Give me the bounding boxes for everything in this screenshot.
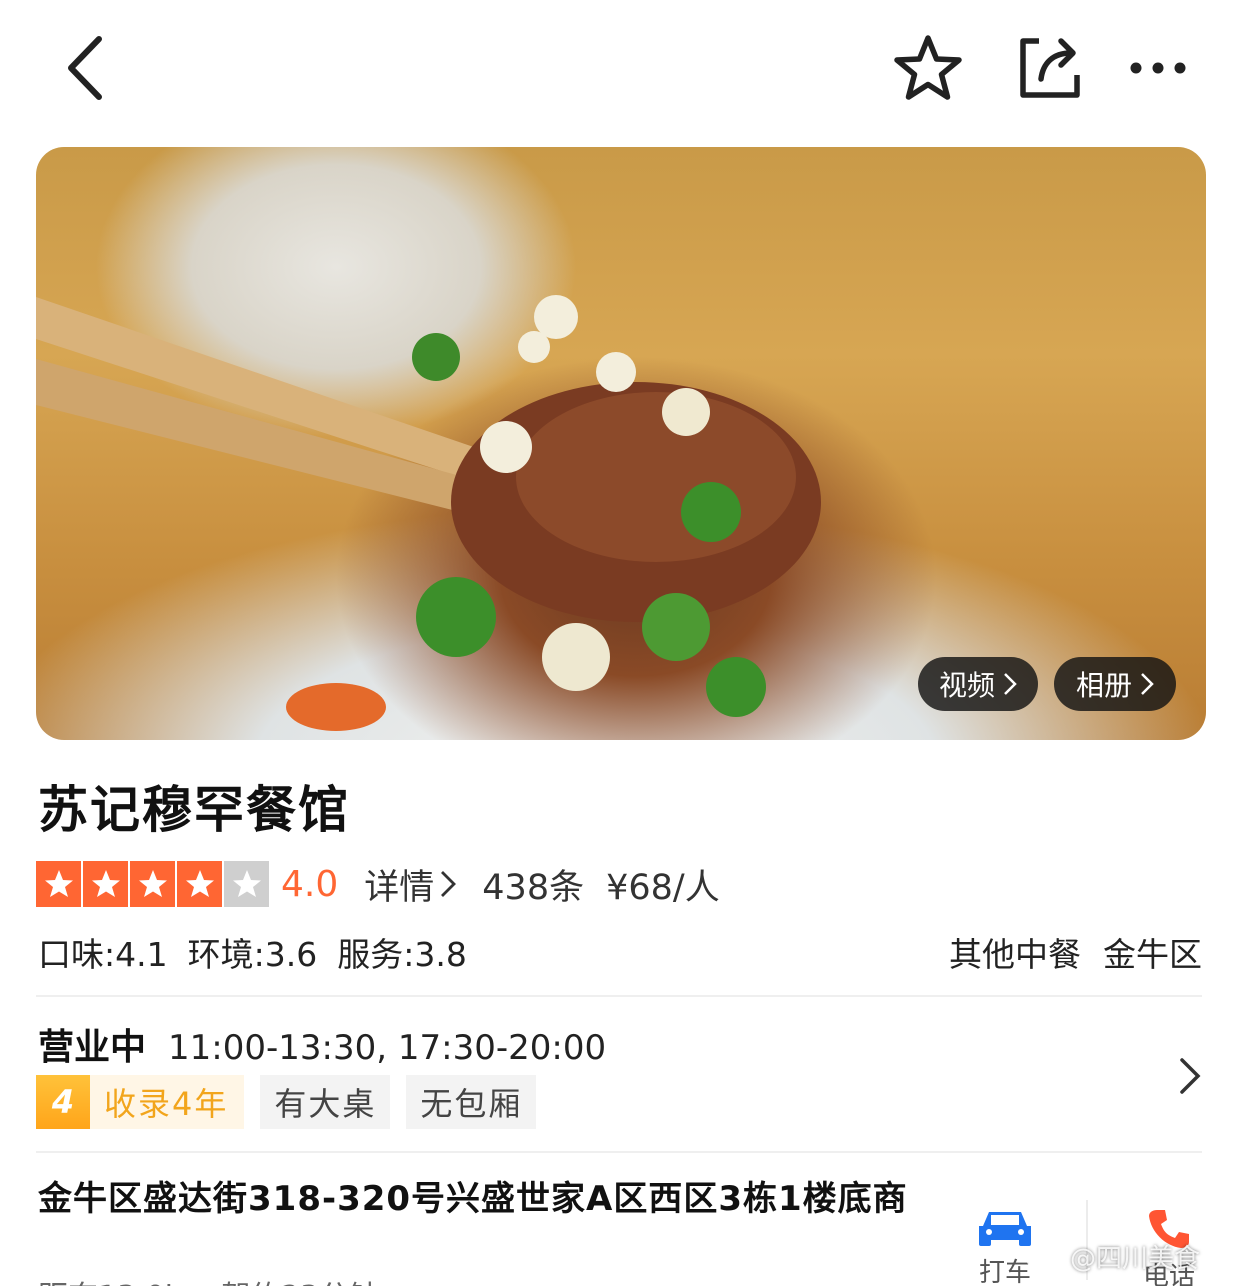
rating-detail-link[interactable]: 详情 <box>364 859 457 910</box>
food-photo-image <box>36 295 821 731</box>
address-text[interactable]: 金牛区盛达街318-320号兴盛世家A区西区3栋1楼底商 <box>38 1176 928 1222</box>
years-label: 收录4年 <box>104 1085 229 1123</box>
chevron-right-icon <box>1004 673 1017 695</box>
video-button[interactable]: 视频 <box>918 657 1038 711</box>
years-number: 4 <box>36 1075 90 1129</box>
weibo-logo-icon <box>1026 1248 1062 1271</box>
taste-score: 口味:4.1 <box>38 935 168 974</box>
chevron-right-icon <box>441 871 457 897</box>
star-filled-icon <box>130 861 175 907</box>
chevron-right-icon <box>1141 673 1154 695</box>
shop-tags: 4 收录4年 有大桌 无包厢 <box>36 1075 537 1129</box>
star-filled-icon <box>36 861 81 907</box>
cuisine-category[interactable]: 其他中餐 <box>949 928 1081 976</box>
sub-scores: 口味:4.1 环境:3.6 服务:3.8 <box>38 928 467 976</box>
district[interactable]: 金牛区 <box>1103 928 1202 976</box>
more-dots-icon <box>1130 62 1186 74</box>
more-button[interactable] <box>1118 28 1198 108</box>
distance-info: 距奔13.0km 驾约23分钟 <box>38 1272 379 1286</box>
open-status: 营业中 <box>38 1027 147 1068</box>
star-filled-icon <box>177 861 222 907</box>
rating-row: 4.0 详情 438条 ¥68/人 <box>36 860 720 908</box>
star-outline-icon <box>894 35 962 100</box>
tag-no-private-room: 无包厢 <box>406 1075 537 1129</box>
car-icon <box>979 1212 1031 1246</box>
price-per-person: ¥68/人 <box>606 867 720 908</box>
album-label: 相册 <box>1075 669 1132 702</box>
top-bar <box>0 0 1242 130</box>
chevron-right-icon[interactable] <box>1172 1054 1208 1098</box>
years-listed-badge: 4 收录4年 <box>36 1075 245 1129</box>
star-filled-icon <box>83 861 128 907</box>
divider <box>36 995 1202 997</box>
rating-score: 4.0 <box>281 863 339 905</box>
video-label: 视频 <box>938 669 995 702</box>
watermark-text: @四川美食 <box>1070 1244 1201 1274</box>
share-button[interactable] <box>1008 28 1088 108</box>
open-times: 11:00-13:30, 17:30-20:00 <box>168 1028 607 1068</box>
environment-score: 环境:3.6 <box>187 935 318 974</box>
chevron-left-icon <box>68 36 102 100</box>
album-button[interactable]: 相册 <box>1054 657 1176 711</box>
share-icon <box>1020 38 1080 98</box>
back-button[interactable] <box>50 28 120 108</box>
divider <box>36 1151 1202 1153</box>
review-count[interactable]: 438条 <box>482 859 584 910</box>
star-empty-icon <box>224 861 269 907</box>
detail-label: 详情 <box>364 867 435 908</box>
favorite-button[interactable] <box>886 28 970 108</box>
business-hours[interactable]: 营业中 11:00-13:30, 17:30-20:00 <box>38 1018 606 1070</box>
service-score: 服务:3.8 <box>337 935 467 974</box>
category-info: 其他中餐 金牛区 <box>949 928 1202 976</box>
tag-large-table: 有大桌 <box>260 1075 391 1129</box>
hero-photo[interactable]: 视频 相册 <box>36 147 1206 740</box>
watermark: @四川美食 <box>1026 1238 1200 1275</box>
star-rating <box>36 861 269 907</box>
shop-name: 苏记穆罕餐馆 <box>38 781 350 839</box>
